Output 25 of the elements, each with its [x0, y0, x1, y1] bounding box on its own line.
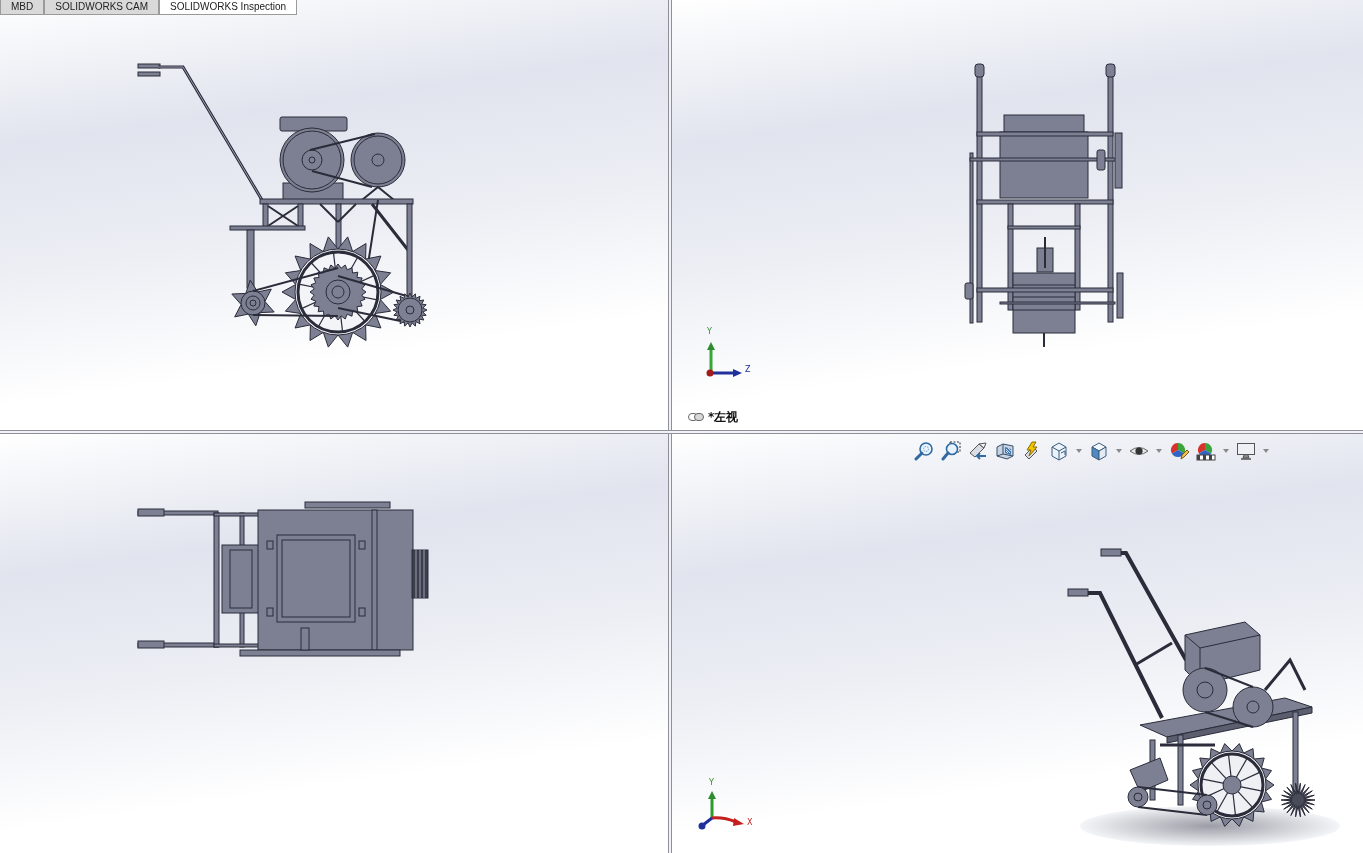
axis-label: Z	[745, 366, 751, 374]
axis-triad-icon	[706, 340, 742, 377]
monitor-icon[interactable]	[1236, 441, 1256, 461]
axis-label: Y	[707, 328, 712, 336]
caret-icon[interactable]	[1116, 449, 1122, 453]
view-name: *左视	[708, 411, 739, 423]
axis-label: X	[747, 819, 753, 827]
magnifier-icon[interactable]	[914, 441, 934, 461]
caret-icon[interactable]	[1223, 449, 1229, 453]
axis-label: Y	[709, 779, 714, 787]
cube-icon[interactable]	[1049, 441, 1069, 461]
link-icon	[688, 413, 704, 421]
shaded-cube-icon[interactable]	[1089, 441, 1109, 461]
command-tab[interactable]: SOLIDWORKS CAM	[44, 0, 160, 15]
caret-icon[interactable]	[1263, 449, 1269, 453]
color-ball-pencil-icon[interactable]	[1169, 441, 1189, 461]
color-ball-icon[interactable]	[1196, 441, 1216, 461]
caret-icon[interactable]	[1156, 449, 1162, 453]
section-cube-icon[interactable]	[995, 441, 1015, 461]
command-tab[interactable]: SOLIDWORKS Inspection	[159, 0, 298, 15]
axis-triad-icon	[698, 790, 744, 830]
caret-icon[interactable]	[1076, 449, 1082, 453]
command-tab[interactable]: MBD	[0, 0, 45, 15]
magnifier-frame-icon[interactable]	[941, 441, 961, 461]
pencil-arrow-icon[interactable]	[968, 441, 988, 461]
